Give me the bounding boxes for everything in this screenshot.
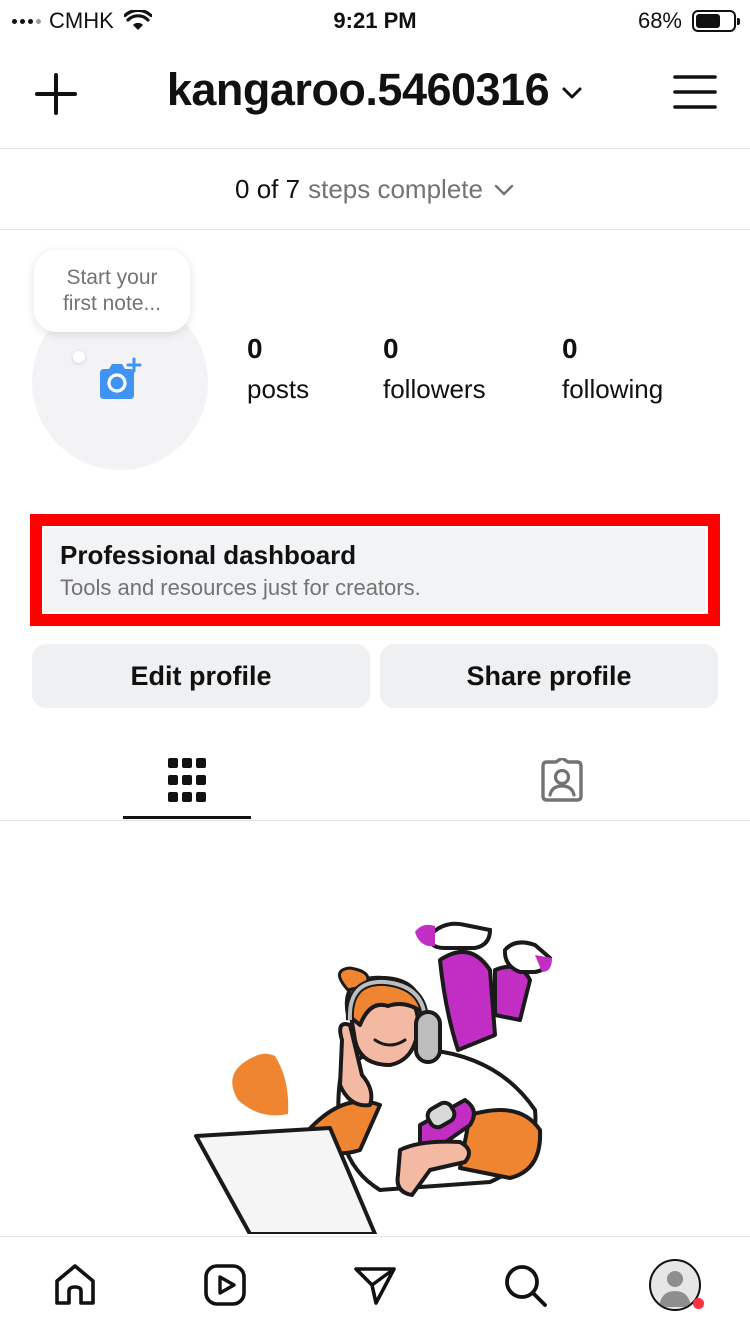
professional-dashboard-title: Professional dashboard [60,540,357,570]
stat-posts[interactable]: 0 posts [247,334,309,405]
tab-tagged[interactable] [498,740,626,820]
stat-followers-label: followers [383,374,486,404]
battery-fill [696,14,721,28]
stat-following[interactable]: 0 following [562,334,663,405]
share-profile-button[interactable]: Share profile [380,644,718,708]
chevron-down-icon [494,184,514,196]
account-switcher[interactable]: kangaroo.5460316 [0,64,750,116]
professional-dashboard-subtitle: Tools and resources just for creators. [60,575,421,600]
steps-divider [0,229,750,230]
note-bubble[interactable]: Start your first note... [34,250,190,332]
add-photo-icon[interactable] [94,357,142,405]
stat-posts-value: 0 [247,333,263,364]
empty-state-illustration [194,921,553,1234]
username-title[interactable]: kangaroo.5460316 [167,64,550,116]
active-tab-indicator [123,816,251,819]
chevron-down-icon[interactable] [561,86,583,100]
battery-percent: 68% [637,8,682,33]
steps-label: steps complete [308,173,483,204]
status-bar: CMHK 9:21 PM 68% [0,0,750,40]
profile-header: kangaroo.5460316 [0,50,750,136]
tagged-person-icon [541,758,583,802]
nav-home[interactable] [47,1257,103,1313]
nav-messages[interactable] [347,1257,403,1313]
search-icon [505,1265,547,1307]
edit-profile-button[interactable]: Edit profile [32,644,370,708]
tabs-divider [0,820,750,821]
bottom-nav [0,1236,750,1334]
tab-posts-grid[interactable] [123,740,251,820]
home-icon [55,1264,95,1305]
status-right: 68% [637,8,740,34]
note-bubble-tail [73,351,85,363]
grid-icon [168,758,206,802]
direct-message-icon [354,1267,396,1305]
hamburger-menu-icon[interactable] [672,72,718,112]
nav-reels[interactable] [197,1257,253,1313]
battery-icon [692,10,740,32]
stat-posts-label: posts [247,374,310,404]
nav-search[interactable] [497,1257,553,1313]
notification-dot [693,1298,704,1309]
note-placeholder: Start your first note... [62,266,162,315]
stat-followers-value: 0 [383,333,399,364]
reels-icon [204,1264,246,1306]
professional-dashboard-button[interactable]: Professional dashboard Tools and resourc… [44,528,706,612]
steps-count: 0 of 7 [235,173,301,204]
stat-following-value: 0 [562,333,578,364]
stat-followers[interactable]: 0 followers [383,334,486,405]
steps-progress[interactable]: 0 of 7 steps complete [0,150,750,228]
header-divider [0,148,750,149]
stat-following-label: following [562,374,664,404]
